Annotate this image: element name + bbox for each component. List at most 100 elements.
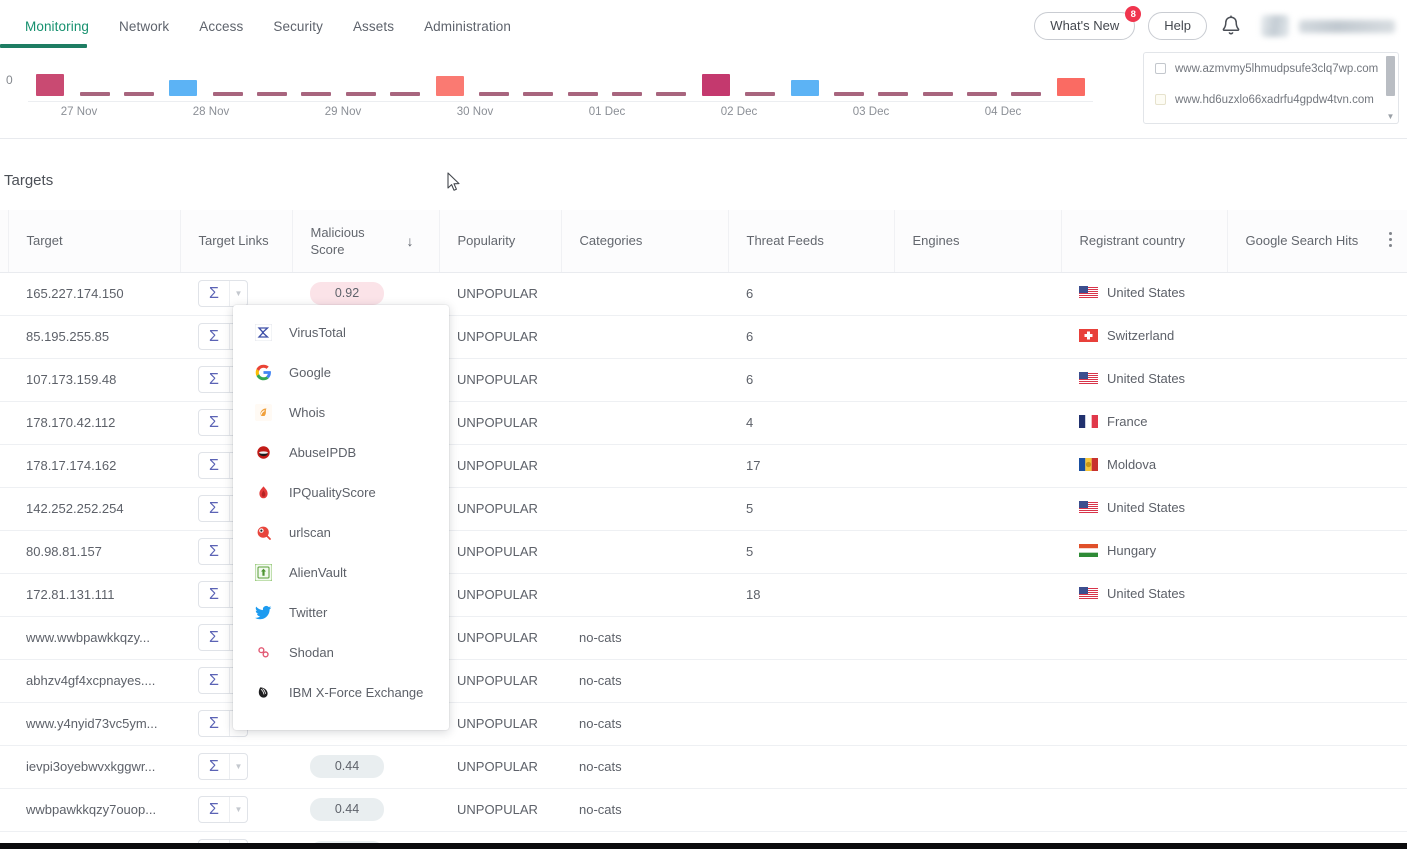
target-links-button[interactable]: Σ▼ xyxy=(198,753,248,780)
nav-item-assets[interactable]: Assets xyxy=(338,13,409,40)
chart-bar[interactable] xyxy=(1057,78,1085,96)
sigma-icon[interactable]: Σ xyxy=(199,711,230,736)
sigma-icon[interactable]: Σ xyxy=(199,324,230,349)
chevron-down-icon[interactable]: ▼ xyxy=(230,754,247,779)
cell-target[interactable]: 165.227.174.150 xyxy=(8,272,180,315)
chevron-down-icon[interactable]: ▼ xyxy=(230,797,247,822)
table-row[interactable]: abhzv4gf4xcpnayes....Σ▼UNPOPULARno-cats xyxy=(0,659,1407,702)
sigma-icon[interactable]: Σ xyxy=(199,410,230,435)
legend-scroll-thumb[interactable] xyxy=(1386,56,1395,96)
chart-bar[interactable] xyxy=(612,92,642,96)
chart-bar[interactable] xyxy=(745,92,775,96)
sigma-icon[interactable]: Σ xyxy=(199,496,230,521)
dropdown-item-google[interactable]: Google xyxy=(233,352,449,392)
chart-bar[interactable] xyxy=(436,76,464,96)
chart-bar[interactable] xyxy=(346,92,376,96)
chart-bar[interactable] xyxy=(568,92,598,96)
chart-bar[interactable] xyxy=(656,92,686,96)
nav-item-monitoring[interactable]: Monitoring xyxy=(10,13,104,40)
table-row[interactable]: www.wwbpawkkqzy...Σ▼UNPOPULARno-cats xyxy=(0,616,1407,659)
chart-bar[interactable] xyxy=(213,92,243,96)
legend-item[interactable]: www.hd6uzxlo66xadrfu4gpdw4tvn.com xyxy=(1144,84,1398,115)
chart-bar[interactable] xyxy=(301,92,331,96)
cell-target[interactable]: ievpi3oyebwvxkggwr... xyxy=(8,745,180,788)
dropdown-item-twitter[interactable]: Twitter xyxy=(233,592,449,632)
column-header-threat-feeds[interactable]: Threat Feeds xyxy=(728,210,894,272)
chart-bar[interactable] xyxy=(257,92,287,96)
chart-bar[interactable] xyxy=(702,74,730,96)
table-row[interactable]: 165.227.174.150Σ▼0.92UNPOPULAR6United St… xyxy=(0,272,1407,315)
table-row[interactable]: 107.173.159.48Σ▼UNPOPULAR6United States xyxy=(0,358,1407,401)
sigma-icon[interactable]: Σ xyxy=(199,625,230,650)
dropdown-item-alienvault[interactable]: AlienVault xyxy=(233,552,449,592)
chart-bar[interactable] xyxy=(834,92,864,96)
chevron-down-icon[interactable]: ▼ xyxy=(230,281,247,306)
nav-item-administration[interactable]: Administration xyxy=(409,13,526,40)
sigma-icon[interactable]: Σ xyxy=(199,281,230,306)
cell-target[interactable]: wwbpawkkqzy7ouop... xyxy=(8,788,180,831)
chart-bar[interactable] xyxy=(390,92,420,96)
nav-item-security[interactable]: Security xyxy=(258,13,338,40)
dropdown-item-shodan[interactable]: Shodan xyxy=(233,632,449,672)
chart-bar[interactable] xyxy=(479,92,509,96)
sigma-icon[interactable]: Σ xyxy=(199,668,230,693)
cell-target[interactable]: 85.195.255.85 xyxy=(8,315,180,358)
chart-bar[interactable] xyxy=(36,74,64,96)
legend-item[interactable]: www.azmvmy5lhmudpsufe3clq7wp.com xyxy=(1144,53,1398,84)
legend-checkbox[interactable] xyxy=(1155,94,1166,105)
legend-checkbox[interactable] xyxy=(1155,63,1166,74)
sigma-icon[interactable]: Σ xyxy=(199,754,230,779)
cell-target[interactable]: 142.252.252.254 xyxy=(8,487,180,530)
chart-bar[interactable] xyxy=(791,80,819,96)
cell-target[interactable]: abhzv4gf4xcpnayes.... xyxy=(8,659,180,702)
dropdown-item-ibm-x-force-exchange[interactable]: IBM X-Force Exchange xyxy=(233,672,449,712)
cell-target[interactable]: 178.170.42.112 xyxy=(8,401,180,444)
cell-target[interactable]: 80.98.81.157 xyxy=(8,530,180,573)
column-header-google-search-hits[interactable]: Google Search Hits xyxy=(1227,210,1407,272)
bell-icon[interactable] xyxy=(1220,14,1242,38)
dropdown-item-ipqualityscore[interactable]: IPQualityScore xyxy=(233,472,449,512)
table-row[interactable]: 80.98.81.157Σ▼UNPOPULAR5Hungary xyxy=(0,530,1407,573)
table-row[interactable]: 85.195.255.85Σ▼UNPOPULAR6Switzerland xyxy=(0,315,1407,358)
cell-target[interactable]: www.y4nyid73vc5ym... xyxy=(8,702,180,745)
nav-item-access[interactable]: Access xyxy=(184,13,258,40)
chart-bar[interactable] xyxy=(1011,92,1041,96)
nav-item-network[interactable]: Network xyxy=(104,13,184,40)
table-row[interactable]: 178.170.42.112Σ▼UNPOPULAR4France xyxy=(0,401,1407,444)
whats-new-button[interactable]: What's New 8 xyxy=(1034,12,1135,40)
dropdown-item-whois[interactable]: Whois xyxy=(233,392,449,432)
chart-bar[interactable] xyxy=(878,92,908,96)
chart-bar[interactable] xyxy=(923,92,953,96)
kebab-menu-icon[interactable] xyxy=(1383,232,1399,247)
table-row[interactable]: wwbpawkkqzy7ouop...Σ▼0.44UNPOPULARno-cat… xyxy=(0,788,1407,831)
column-header-target[interactable]: Target xyxy=(8,210,180,272)
cell-target[interactable]: 172.81.131.111 xyxy=(8,573,180,616)
target-links-button[interactable]: Σ▼ xyxy=(198,280,248,307)
column-header-engines[interactable]: Engines xyxy=(894,210,1061,272)
cell-target[interactable]: 107.173.159.48 xyxy=(8,358,180,401)
column-header-categories[interactable]: Categories xyxy=(561,210,728,272)
table-row[interactable]: ievpi3oyebwvxkggwr...Σ▼0.44UNPOPULARno-c… xyxy=(0,745,1407,788)
chart-bar[interactable] xyxy=(967,92,997,96)
column-header-registrant-country[interactable]: Registrant country xyxy=(1061,210,1227,272)
sigma-icon[interactable]: Σ xyxy=(199,539,230,564)
target-links-dropdown-menu[interactable]: VirusTotalGoogleWhoisAbuseIPDBIPQualityS… xyxy=(233,305,449,730)
table-row[interactable]: 172.81.131.111Σ▼UNPOPULAR18United States xyxy=(0,573,1407,616)
help-button[interactable]: Help xyxy=(1148,12,1207,40)
sort-descending-icon[interactable]: ↓ xyxy=(407,233,414,249)
cell-target[interactable]: www.wwbpawkkqzy... xyxy=(8,616,180,659)
targets-table-container[interactable]: TargetTarget LinksMalicious Score↓Popula… xyxy=(0,210,1407,849)
legend-scrollbar[interactable]: ▼ xyxy=(1385,56,1396,122)
sigma-icon[interactable]: Σ xyxy=(199,797,230,822)
sigma-icon[interactable]: Σ xyxy=(199,453,230,478)
column-header-popularity[interactable]: Popularity xyxy=(439,210,561,272)
cell-target[interactable]: 178.17.174.162 xyxy=(8,444,180,487)
dropdown-item-urlscan[interactable]: urlscan xyxy=(233,512,449,552)
table-row[interactable]: 178.17.174.162Σ▼UNPOPULAR17Moldova xyxy=(0,444,1407,487)
table-row[interactable]: www.y4nyid73vc5ym...Σ▼UNPOPULARno-cats xyxy=(0,702,1407,745)
chart-bar[interactable] xyxy=(124,92,154,96)
user-account-menu[interactable] xyxy=(1255,15,1401,37)
dropdown-item-virustotal[interactable]: VirusTotal xyxy=(233,312,449,352)
chart-bar[interactable] xyxy=(80,92,110,96)
column-header-target-links[interactable]: Target Links xyxy=(180,210,292,272)
